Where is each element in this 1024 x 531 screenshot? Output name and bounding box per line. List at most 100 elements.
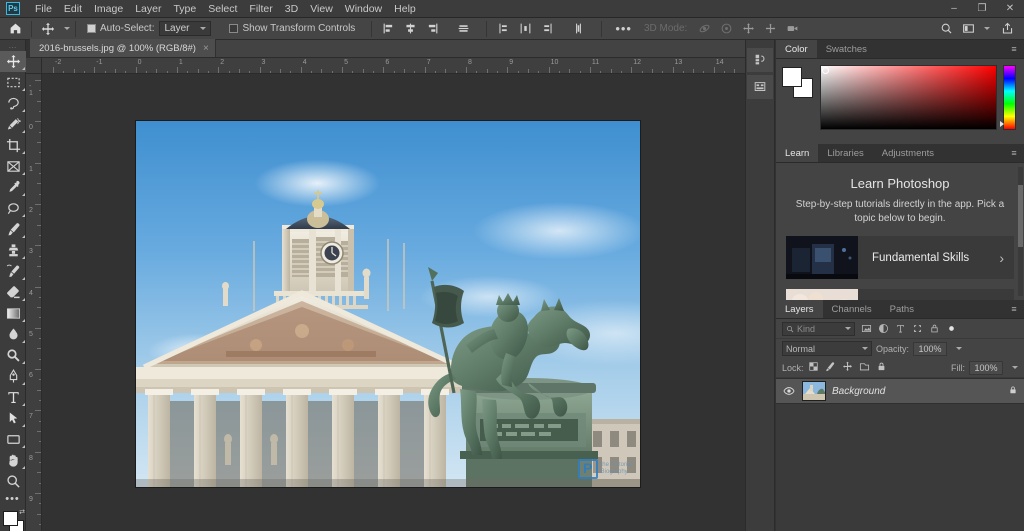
menu-image[interactable]: Image	[88, 0, 129, 18]
tool-flyout-indicator[interactable]	[21, 130, 25, 133]
tab-channels[interactable]: Channels	[823, 300, 881, 318]
tab-color[interactable]: Color	[776, 40, 817, 58]
menu-file[interactable]: File	[29, 0, 58, 18]
learn-panel-menu-icon[interactable]: ≡	[1004, 144, 1024, 162]
path-selection-tool[interactable]	[0, 408, 26, 429]
learn-panel-scrollbar[interactable]	[1018, 167, 1023, 296]
tab-layers[interactable]: Layers	[776, 300, 823, 318]
quick-selection-tool[interactable]	[0, 114, 26, 135]
filter-adjustment-icon[interactable]	[878, 323, 889, 334]
slide-3d-icon[interactable]	[759, 19, 781, 39]
tool-flyout-indicator[interactable]	[21, 424, 25, 427]
close-button[interactable]: ✕	[996, 0, 1024, 18]
tab-libraries[interactable]: Libraries	[818, 144, 872, 162]
frame-tool[interactable]	[0, 156, 26, 177]
rectangle-tool[interactable]	[0, 429, 26, 450]
menu-layer[interactable]: Layer	[129, 0, 167, 18]
tab-paths[interactable]: Paths	[881, 300, 923, 318]
tool-color-swatches[interactable]: ⇄	[0, 508, 26, 531]
horizontal-ruler[interactable]: -2-10123456789101112131415	[42, 58, 745, 74]
layers-panel-menu-icon[interactable]: ≡	[1004, 300, 1024, 318]
distribute-left-edges-icon[interactable]	[567, 19, 589, 39]
close-icon[interactable]: ×	[203, 43, 209, 54]
chevron-down-icon[interactable]	[956, 347, 963, 350]
swap-colors-icon[interactable]: ⇄	[19, 508, 25, 516]
tool-flyout-indicator[interactable]	[21, 256, 25, 259]
document-tab[interactable]: 2016-brussels.jpg @ 100% (RGB/8#) ×	[30, 39, 216, 57]
crop-tool[interactable]	[0, 135, 26, 156]
align-right-edges-icon[interactable]	[421, 19, 443, 39]
properties-panel-icon[interactable]	[747, 75, 773, 99]
lock-position-icon[interactable]	[842, 359, 853, 377]
distribute-top-edges-icon[interactable]	[492, 19, 514, 39]
lock-all-icon[interactable]	[876, 359, 887, 377]
auto-select-group[interactable]: Auto-Select: Layer	[87, 21, 212, 36]
tool-flyout-indicator[interactable]	[21, 235, 25, 238]
tool-flyout-indicator[interactable]	[21, 445, 25, 448]
hue-slider[interactable]	[1000, 65, 1016, 130]
tool-flyout-indicator[interactable]	[21, 88, 25, 91]
tool-flyout-indicator[interactable]	[21, 361, 25, 364]
layer-list[interactable]: Background	[776, 377, 1024, 531]
blur-tool[interactable]	[0, 324, 26, 345]
history-panel-icon[interactable]	[747, 48, 773, 72]
tool-flyout-indicator[interactable]	[21, 466, 25, 469]
move-tool-icon[interactable]	[37, 19, 59, 39]
workspace-switcher-icon[interactable]	[957, 19, 979, 39]
filter-type-icon[interactable]	[895, 323, 906, 334]
more-options-button[interactable]: •••	[607, 21, 640, 36]
color-panel-swatches[interactable]	[782, 67, 816, 101]
dodge-tool[interactable]	[0, 345, 26, 366]
hue-slider-marker[interactable]	[1000, 121, 1004, 127]
fill-value[interactable]: 100%	[969, 360, 1003, 375]
tool-flyout-indicator[interactable]	[21, 172, 25, 175]
canvas-area[interactable]: P the Pictorial Biography	[42, 74, 745, 531]
move-tool[interactable]	[0, 51, 26, 72]
filter-pixel-icon[interactable]	[861, 323, 872, 334]
auto-select-checkbox[interactable]	[87, 24, 96, 33]
chevron-down-icon[interactable]	[984, 27, 990, 30]
menu-window[interactable]: Window	[339, 0, 388, 18]
lasso-tool[interactable]	[0, 93, 26, 114]
show-transform-checkbox[interactable]	[229, 24, 239, 33]
roll-3d-icon[interactable]	[715, 19, 737, 39]
menu-filter[interactable]: Filter	[243, 0, 278, 18]
gradient-tool[interactable]	[0, 303, 26, 324]
foreground-color-swatch[interactable]	[782, 67, 802, 87]
color-picker-marker[interactable]	[822, 67, 829, 74]
clone-stamp-tool[interactable]	[0, 240, 26, 261]
tab-adjustments[interactable]: Adjustments	[873, 144, 943, 162]
tool-flyout-indicator[interactable]	[21, 382, 25, 385]
lock-icon[interactable]	[1008, 382, 1018, 400]
brush-tool[interactable]	[0, 219, 26, 240]
menu-help[interactable]: Help	[388, 0, 422, 18]
eyedropper-tool[interactable]	[0, 177, 26, 198]
layer-row-background[interactable]: Background	[776, 378, 1024, 404]
align-left-edges-icon[interactable]	[377, 19, 399, 39]
search-icon[interactable]	[935, 19, 957, 39]
opacity-value[interactable]: 100%	[913, 341, 948, 356]
marquee-tool[interactable]	[0, 72, 26, 93]
toolbar-drag-handle[interactable]: ⋯	[0, 43, 25, 52]
camera-3d-icon[interactable]	[781, 19, 803, 39]
orbit-3d-icon[interactable]	[693, 19, 715, 39]
distribute-bottom-edges-icon[interactable]	[536, 19, 558, 39]
menu-type[interactable]: Type	[167, 0, 202, 18]
blend-mode-dropdown[interactable]: Normal	[782, 341, 872, 356]
tool-flyout-indicator[interactable]	[21, 151, 25, 154]
share-icon[interactable]	[996, 19, 1018, 39]
restore-button[interactable]: ❐	[968, 0, 996, 18]
type-tool[interactable]	[0, 387, 26, 408]
filter-shape-icon[interactable]	[912, 323, 923, 334]
history-brush-tool[interactable]	[0, 261, 26, 282]
tool-flyout-indicator[interactable]	[21, 109, 25, 112]
menu-view[interactable]: View	[304, 0, 339, 18]
align-top-edges-icon[interactable]	[452, 19, 474, 39]
learn-card-fix-a-photo[interactable]: Fix a photo ›	[786, 289, 1014, 300]
distribute-vertical-centers-icon[interactable]	[514, 19, 536, 39]
tab-learn[interactable]: Learn	[776, 144, 819, 162]
healing-brush-tool[interactable]	[0, 198, 26, 219]
menu-3d[interactable]: 3D	[279, 0, 304, 18]
eye-icon[interactable]	[782, 385, 796, 397]
zoom-tool[interactable]	[0, 471, 26, 492]
